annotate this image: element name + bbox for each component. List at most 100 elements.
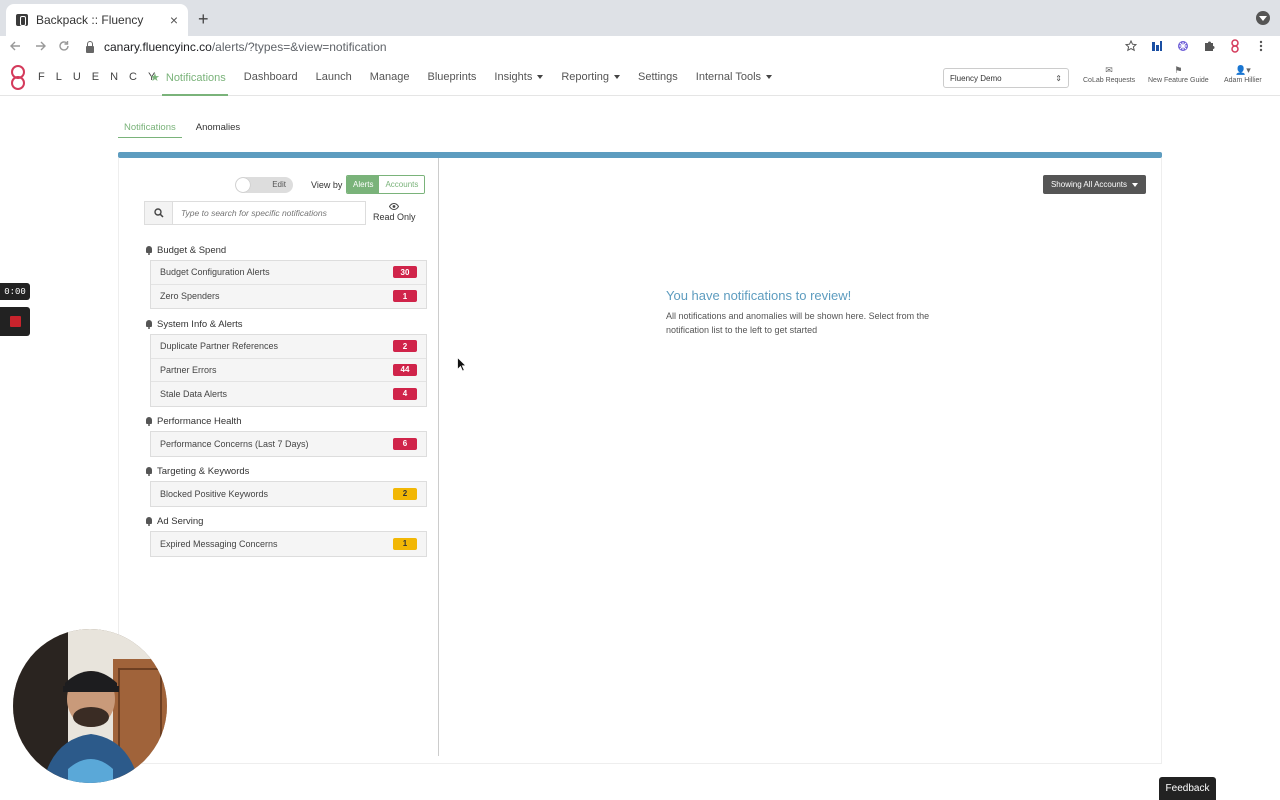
list-item[interactable]: Blocked Positive Keywords 2	[151, 482, 426, 506]
toggle-knob	[236, 178, 250, 192]
showing-accounts-label: Showing All Accounts	[1050, 180, 1127, 189]
list-item[interactable]: Partner Errors 44	[151, 359, 426, 382]
puzzle-extension-icon[interactable]	[1202, 39, 1216, 53]
view-accounts-button[interactable]: Accounts	[379, 176, 425, 193]
count-badge: 6	[393, 437, 417, 450]
user-menu[interactable]: 👤▾ Adam Hillier	[1224, 65, 1262, 84]
list-item[interactable]: Stale Data Alerts 4	[151, 382, 426, 406]
new-tab-button[interactable]: +	[198, 9, 209, 30]
tab-search-icon[interactable]	[1256, 11, 1270, 25]
lock-icon[interactable]	[86, 40, 94, 53]
fluency-favicon-icon	[16, 14, 28, 26]
group-title-text: Performance Health	[157, 416, 242, 427]
list-item[interactable]: Budget Configuration Alerts 30	[151, 261, 426, 285]
item-label: Performance Concerns (Last 7 Days)	[160, 438, 309, 449]
view-alerts-button[interactable]: Alerts	[347, 176, 380, 193]
chart-extension-icon[interactable]	[1150, 39, 1164, 53]
search-icon[interactable]	[145, 202, 173, 224]
caret-down-icon	[537, 75, 544, 80]
group-title: System Info & Alerts	[145, 319, 427, 330]
subtabs: Notifications Anomalies	[118, 118, 254, 138]
nav-dashboard[interactable]: Dashboard	[244, 71, 298, 83]
account-select[interactable]: Fluency Demo ⇕	[943, 68, 1069, 88]
stop-recording-button[interactable]	[0, 307, 30, 336]
feature-guide-button[interactable]: ⚑ New Feature Guide	[1148, 65, 1209, 84]
nav-insights[interactable]: Insights	[494, 71, 544, 83]
fluency-logo-icon	[10, 64, 25, 90]
item-label: Budget Configuration Alerts	[160, 267, 270, 278]
group-items: Expired Messaging Concerns 1	[150, 531, 427, 557]
app-navbar: FLUENCY ★ Notifications Dashboard Launch …	[0, 59, 1280, 96]
reload-icon[interactable]	[52, 40, 76, 55]
browser-tabstrip: Backpack :: Fluency × +	[0, 0, 1280, 36]
fluency-extension-icon[interactable]	[1228, 39, 1242, 53]
item-label: Partner Errors	[160, 364, 217, 375]
edit-toggle-label: Edit	[272, 180, 286, 189]
feedback-button[interactable]: Feedback	[1159, 777, 1216, 800]
search-input[interactable]	[173, 202, 365, 224]
brand-logo[interactable]: FLUENCY	[10, 64, 166, 90]
item-label: Duplicate Partner References	[160, 341, 279, 352]
colab-requests-button[interactable]: ✉ CoLab Requests	[1083, 65, 1135, 84]
bell-icon	[145, 467, 153, 476]
read-only-label: Read Only	[373, 212, 416, 222]
bell-icon	[145, 320, 153, 329]
nav-reporting-label: Reporting	[561, 71, 610, 83]
forward-icon[interactable]	[28, 40, 52, 55]
count-badge: 30	[393, 266, 417, 279]
nav-notifications[interactable]: ★ Notifications	[150, 71, 228, 96]
empty-state-title: You have notifications to review!	[666, 288, 852, 303]
group-system-info: System Info & Alerts Duplicate Partner R…	[145, 319, 427, 407]
list-item[interactable]: Performance Concerns (Last 7 Days) 6	[151, 432, 426, 456]
browser-tab[interactable]: Backpack :: Fluency ×	[6, 4, 188, 36]
group-items: Blocked Positive Keywords 2	[150, 481, 427, 507]
main-nav: ★ Notifications Dashboard Launch Manage B…	[150, 59, 790, 96]
nav-reporting[interactable]: Reporting	[561, 71, 621, 83]
bookmark-star-icon[interactable]	[1124, 39, 1138, 53]
notification-list: Edit View by Alerts Accounts Read Only B…	[119, 158, 439, 756]
view-by-switch: Alerts Accounts	[346, 175, 426, 194]
count-badge: 2	[393, 487, 417, 500]
webcam-bubble	[13, 629, 167, 783]
browser-toolbar: canary.fluencyinc.co/alerts/?types=&view…	[0, 36, 1280, 58]
user-icon: 👤▾	[1235, 65, 1251, 75]
url-path: /alerts/?types=&view=notification	[211, 40, 387, 54]
browser-menu-icon[interactable]	[1254, 39, 1268, 53]
list-item[interactable]: Duplicate Partner References 2	[151, 335, 426, 359]
url-host: canary.fluencyinc.co	[104, 40, 212, 54]
item-label: Blocked Positive Keywords	[160, 488, 269, 499]
notification-detail: Showing All Accounts You have notificati…	[440, 158, 1162, 758]
group-budget-spend: Budget & Spend Budget Configuration Aler…	[145, 245, 427, 309]
group-title-text: Ad Serving	[157, 516, 204, 527]
group-ad-serving: Ad Serving Expired Messaging Concerns 1	[145, 516, 427, 557]
group-title: Budget & Spend	[145, 245, 427, 256]
bell-icon	[145, 417, 153, 426]
extension-icons	[1124, 39, 1268, 53]
tab-title: Backpack :: Fluency	[36, 13, 144, 27]
list-item[interactable]: Expired Messaging Concerns 1	[151, 532, 426, 556]
read-only-button[interactable]: Read Only	[373, 202, 416, 222]
asterisk-extension-icon[interactable]	[1176, 39, 1190, 53]
empty-state-text: All notifications and anomalies will be …	[666, 311, 930, 335]
notifications-panel: Edit View by Alerts Accounts Read Only B…	[118, 158, 1162, 764]
eye-icon	[373, 202, 416, 212]
address-bar[interactable]: canary.fluencyinc.co/alerts/?types=&view…	[86, 36, 1146, 58]
edit-toggle[interactable]: Edit	[235, 177, 293, 193]
brand-wordmark: FLUENCY	[38, 71, 167, 83]
nav-internal-tools[interactable]: Internal Tools	[696, 71, 773, 83]
search-box	[144, 201, 366, 225]
count-badge: 4	[393, 387, 417, 400]
back-icon[interactable]	[4, 40, 28, 55]
list-item[interactable]: Zero Spenders 1	[151, 285, 426, 309]
nav-blueprints[interactable]: Blueprints	[427, 71, 476, 83]
nav-settings[interactable]: Settings	[638, 71, 678, 83]
bell-icon	[145, 246, 153, 255]
nav-manage[interactable]: Manage	[370, 71, 410, 83]
close-tab-icon[interactable]: ×	[170, 12, 178, 28]
group-title: Targeting & Keywords	[145, 466, 427, 477]
tab-anomalies[interactable]: Anomalies	[190, 118, 246, 138]
showing-accounts-button[interactable]: Showing All Accounts	[1042, 175, 1146, 194]
nav-launch[interactable]: Launch	[316, 71, 352, 83]
count-badge: 1	[393, 290, 417, 303]
tab-notifications[interactable]: Notifications	[118, 118, 182, 138]
